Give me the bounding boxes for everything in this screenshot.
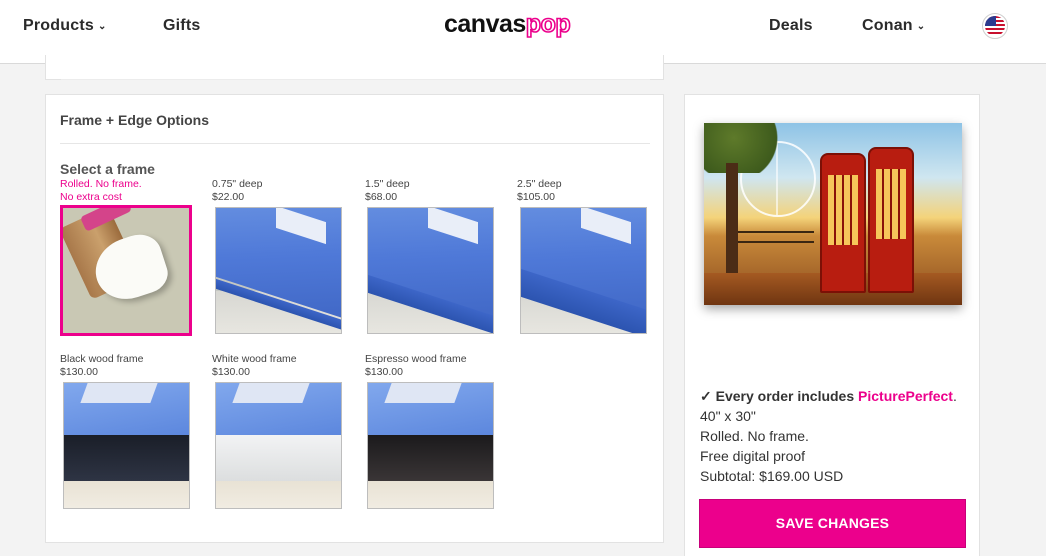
us-flag-icon[interactable] (982, 13, 1008, 39)
frame-option-name: Espresso wood frame (365, 353, 467, 365)
logo-text-pop: pop (525, 9, 571, 39)
nav-products-menu[interactable]: Products ⌄ (23, 17, 107, 35)
canvas-25-thumbnail (520, 207, 647, 334)
building-shape (384, 383, 462, 403)
frame-option-name: White wood frame (212, 353, 297, 365)
section-title: Frame + Edge Options (60, 112, 209, 128)
frame-option-price: $130.00 (212, 366, 250, 378)
previous-section-card (45, 55, 664, 80)
frame-option-name: 1.5" deep (365, 178, 410, 190)
frame-option-price: $68.00 (365, 191, 398, 203)
proof-line: Free digital proof (700, 448, 806, 464)
chevron-down-icon: ⌄ (916, 21, 926, 32)
nav-deals-link[interactable]: Deals (769, 17, 813, 35)
frame-option-price: $130.00 (60, 366, 98, 378)
flag-canton (985, 16, 996, 26)
building-shape (80, 383, 158, 403)
frame-option-name: 2.5" deep (517, 178, 562, 190)
includes-period: . (952, 388, 957, 404)
artwork-preview-image (704, 123, 962, 305)
canvas-075-thumbnail (215, 207, 342, 334)
frame-option-black-wood[interactable]: Black wood frame $130.00 (60, 353, 190, 509)
check-icon: ✓ (700, 388, 712, 404)
frame-choice-line: Rolled. No frame. (700, 428, 809, 444)
divider (60, 143, 650, 144)
nav-gifts-link[interactable]: Gifts (163, 17, 200, 35)
frame-option-espresso-wood[interactable]: Espresso wood frame $130.00 (365, 353, 495, 509)
account-name-label: Conan (862, 17, 913, 34)
canvaspop-logo[interactable]: canvaspop (444, 9, 571, 39)
frame-option-price: $22.00 (212, 191, 245, 203)
subtotal-line: Subtotal: $169.00 USD (700, 468, 844, 484)
size-line: 40" x 30" (700, 408, 756, 424)
canvas-15-thumbnail (367, 207, 494, 334)
floor-shape (368, 480, 493, 508)
white-frame-thumbnail (215, 382, 342, 509)
includes-line: ✓ Every order includes PicturePerfect. (700, 386, 957, 406)
phone-booth-shape (868, 147, 914, 293)
chevron-down-icon: ⌄ (97, 21, 107, 32)
frame-option-name: 0.75" deep (212, 178, 263, 190)
espresso-frame-thumbnail (367, 382, 494, 509)
frame-option-15-deep[interactable]: 1.5" deep $68.00 (365, 178, 495, 334)
includes-text: Every order includes (715, 388, 859, 404)
frame-option-price: No extra cost (60, 191, 122, 203)
floor-shape (64, 480, 189, 508)
black-frame-thumbnail (63, 382, 190, 509)
frame-option-name: Rolled. No frame. (60, 178, 142, 190)
wood-frame-shape (64, 435, 189, 481)
frame-option-25-deep[interactable]: 2.5" deep $105.00 (517, 178, 647, 334)
frame-option-price: $130.00 (365, 366, 403, 378)
phone-booth-shape (820, 153, 866, 293)
leaves-shape (704, 123, 784, 173)
pictureperfect-link[interactable]: PicturePerfect (858, 388, 953, 404)
wood-frame-shape (368, 435, 493, 481)
frame-edge-options-card: Frame + Edge Options Select a frame Roll… (45, 94, 664, 543)
wood-frame-shape (216, 435, 341, 481)
order-details: ✓ Every order includes PicturePerfect. 4… (700, 386, 957, 486)
frame-option-name: Black wood frame (60, 353, 144, 365)
frame-option-price: $105.00 (517, 191, 555, 203)
rolled-canvas-thumbnail (60, 205, 192, 336)
floor-shape (216, 480, 341, 508)
save-changes-button[interactable]: SAVE CHANGES (699, 499, 966, 548)
nav-products-label: Products (23, 17, 94, 34)
account-menu[interactable]: Conan ⌄ (862, 17, 925, 35)
select-frame-heading: Select a frame (60, 161, 155, 177)
frame-option-rolled[interactable]: Rolled. No frame. No extra cost (60, 178, 192, 336)
frame-option-075-deep[interactable]: 0.75" deep $22.00 (212, 178, 342, 334)
flag-disc (985, 16, 1005, 36)
divider (61, 79, 650, 80)
building-shape (232, 383, 310, 403)
logo-text-canvas: canvas (444, 10, 526, 38)
order-summary-panel: ✓ Every order includes PicturePerfect. 4… (684, 94, 980, 556)
frame-option-white-wood[interactable]: White wood frame $130.00 (212, 353, 342, 509)
